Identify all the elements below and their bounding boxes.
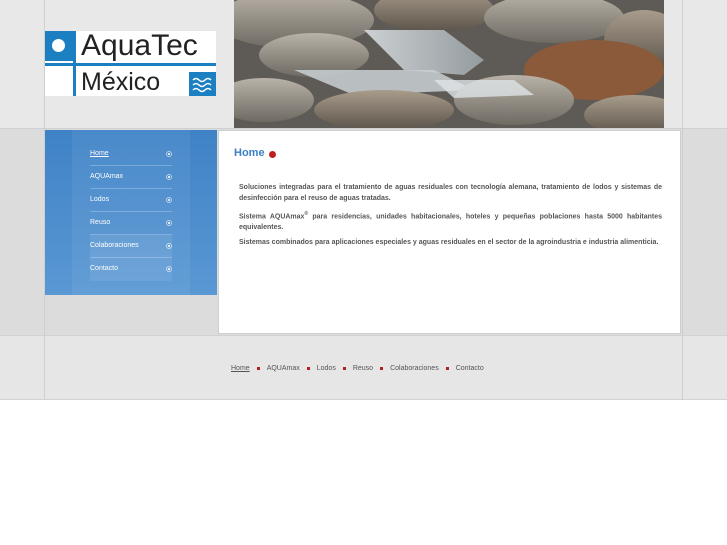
footer-separator-icon bbox=[306, 367, 310, 371]
page-title: Home bbox=[234, 147, 265, 159]
aquamax-text-a: Sistema AQUAmax bbox=[239, 213, 305, 221]
sidebar-nav: Home AQUAmax Lodos Reuso Colaboraciones … bbox=[45, 130, 217, 295]
footer-link-lodos[interactable]: Lodos bbox=[317, 365, 336, 372]
sidebar-item-label: Colaboraciones bbox=[90, 242, 139, 249]
aquamax-paragraph: Sistema AQUAmax® para residencias, unida… bbox=[239, 209, 662, 233]
sidebar-item-label: Contacto bbox=[90, 265, 119, 272]
footer-separator-icon bbox=[256, 367, 260, 371]
footer-link-aquamax[interactable]: AQUAmax bbox=[267, 365, 300, 372]
sidebar-item-colaboraciones[interactable]: Colaboraciones bbox=[90, 235, 172, 258]
arrow-icon bbox=[166, 174, 172, 180]
sidebar-item-label: Lodos bbox=[90, 196, 110, 203]
sidebar-item-lodos[interactable]: Lodos bbox=[90, 189, 172, 212]
title-bullet-icon bbox=[269, 151, 276, 158]
footer-link-home[interactable]: Home bbox=[231, 365, 250, 372]
column-guide-right bbox=[682, 0, 683, 400]
arrow-icon bbox=[166, 151, 172, 157]
main-content: Home Soluciones integradas para el trata… bbox=[218, 130, 681, 334]
footer-link-reuso[interactable]: Reuso bbox=[353, 365, 373, 372]
arrow-icon bbox=[166, 266, 172, 272]
logo-text-country: México bbox=[81, 68, 161, 96]
sidebar-item-aquamax[interactable]: AQUAmax bbox=[90, 166, 172, 189]
sidebar-item-home[interactable]: Home bbox=[90, 143, 172, 166]
footer-link-contacto[interactable]: Contacto bbox=[456, 365, 484, 372]
logo-divider-horizontal bbox=[45, 63, 216, 66]
footer-link-colaboraciones[interactable]: Colaboraciones bbox=[390, 365, 439, 372]
intro-paragraph: Soluciones integradas para el tratamient… bbox=[239, 184, 662, 202]
logo-circle-icon bbox=[45, 31, 73, 61]
hero-river-image bbox=[234, 0, 664, 128]
sidebar-item-reuso[interactable]: Reuso bbox=[90, 212, 172, 235]
sidebar-item-label: AQUAmax bbox=[90, 173, 124, 180]
sidebar-item-label: Reuso bbox=[90, 219, 111, 226]
logo-text-brand: AquaTec bbox=[81, 29, 198, 62]
arrow-icon bbox=[166, 243, 172, 249]
sidebar-item-label: Home bbox=[90, 150, 109, 157]
logo-waves-icon bbox=[189, 72, 216, 96]
footer-separator-icon bbox=[380, 367, 384, 371]
arrow-icon bbox=[166, 197, 172, 203]
footer-nav: Home AQUAmax Lodos Reuso Colaboraciones Conta… bbox=[231, 360, 484, 372]
footer-separator-icon bbox=[445, 367, 449, 371]
combined-systems-paragraph: Sistemas combinados para aplicaciones es… bbox=[239, 239, 659, 246]
sidebar-item-contacto[interactable]: Contacto bbox=[90, 258, 172, 281]
footer-separator-icon bbox=[342, 367, 346, 371]
aquatec-logo[interactable]: AquaTec México bbox=[45, 29, 216, 96]
arrow-icon bbox=[166, 220, 172, 226]
